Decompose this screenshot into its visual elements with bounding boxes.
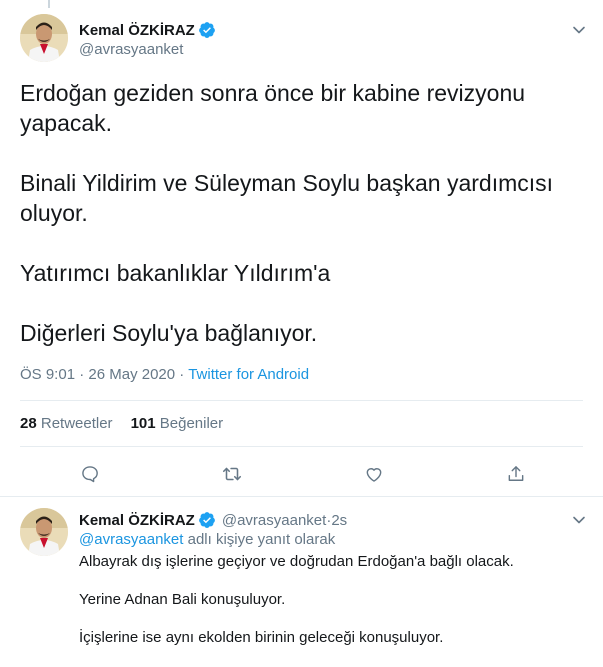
likes-label: Beğeniler <box>159 415 224 432</box>
like-icon[interactable] <box>360 460 388 488</box>
meta-separator: · <box>175 366 189 383</box>
main-tweet: Kemal ÖZKİRAZ @avrasyaanket Erdoğan gezi… <box>0 0 603 497</box>
author-display-name[interactable]: Kemal ÖZKİRAZ <box>79 22 195 39</box>
retweets-label: Retweetler <box>40 415 113 432</box>
tweet-paragraph: Erdoğan geziden sonra önce bir kabine re… <box>20 80 526 136</box>
retweets-count: 28 <box>20 415 37 432</box>
reply-paragraph: Albayrak dış işlerine geçiyor ve doğruda… <box>79 553 514 570</box>
tweet-time[interactable]: ÖS 9:01 <box>20 366 75 383</box>
avatar[interactable] <box>20 14 68 62</box>
reply-paragraph: Yerine Adnan Bali konuşuluyor. <box>79 591 286 608</box>
engagement-stats: 28 Retweetler 101 Beğeniler <box>20 415 223 432</box>
profile-photo <box>20 508 68 556</box>
chevron-down-icon[interactable] <box>571 512 587 528</box>
avatar[interactable] <box>20 508 68 556</box>
tweet-metadata: ÖS 9:01 · 26 May 2020 · Twitter for Andr… <box>20 366 309 383</box>
author-name-row[interactable]: Kemal ÖZKİRAZ <box>79 21 216 39</box>
profile-photo <box>20 14 68 62</box>
chevron-down-icon[interactable] <box>571 22 587 38</box>
tweet-source-link[interactable]: Twitter for Android <box>188 366 309 383</box>
replying-to: @avrasyaanket adlı kişiye yanıt olarak <box>79 531 335 548</box>
meta-separator: · <box>75 366 89 383</box>
author-display-name[interactable]: Kemal ÖZKİRAZ <box>79 512 195 529</box>
reply-icon[interactable] <box>76 460 104 488</box>
reply-tweet[interactable]: Kemal ÖZKİRAZ @avrasyaanket · 2s @avrasy… <box>0 498 603 667</box>
reply-text: Albayrak dış işlerine geçiyor ve doğruda… <box>79 552 584 648</box>
retweets-stat[interactable]: 28 Retweetler <box>20 415 113 432</box>
divider <box>20 446 583 447</box>
tweet-paragraph: Yatırımcı bakanlıklar Yıldırım'a <box>20 260 331 286</box>
tweet-paragraph: Binali Yildirim ve Süleyman Soylu başkan… <box>20 170 554 226</box>
likes-count: 101 <box>130 415 156 432</box>
tweet-text: Erdoğan geziden sonra önce bir kabine re… <box>20 78 580 348</box>
divider <box>20 400 583 401</box>
tweet-paragraph: Diğerleri Soylu'ya bağlanıyor. <box>20 320 318 346</box>
tweet-date[interactable]: 26 May 2020 <box>88 366 175 383</box>
tweet-time[interactable]: 2s <box>331 512 347 529</box>
verified-badge-icon <box>198 511 216 529</box>
replying-to-suffix: adlı kişiye yanıt olarak <box>183 531 336 548</box>
author-name-row[interactable]: Kemal ÖZKİRAZ @avrasyaanket · 2s <box>79 511 347 529</box>
verified-badge-icon <box>198 21 216 39</box>
share-icon[interactable] <box>502 460 530 488</box>
reply-paragraph: İçişlerine ise aynı ekolden birinin gele… <box>79 629 444 646</box>
author-handle[interactable]: @avrasyaanket <box>79 41 183 58</box>
replying-to-mention[interactable]: @avrasyaanket <box>79 531 183 548</box>
retweet-icon[interactable] <box>218 460 246 488</box>
author-handle[interactable]: @avrasyaanket <box>222 512 326 529</box>
likes-stat[interactable]: 101 Beğeniler <box>131 415 224 432</box>
